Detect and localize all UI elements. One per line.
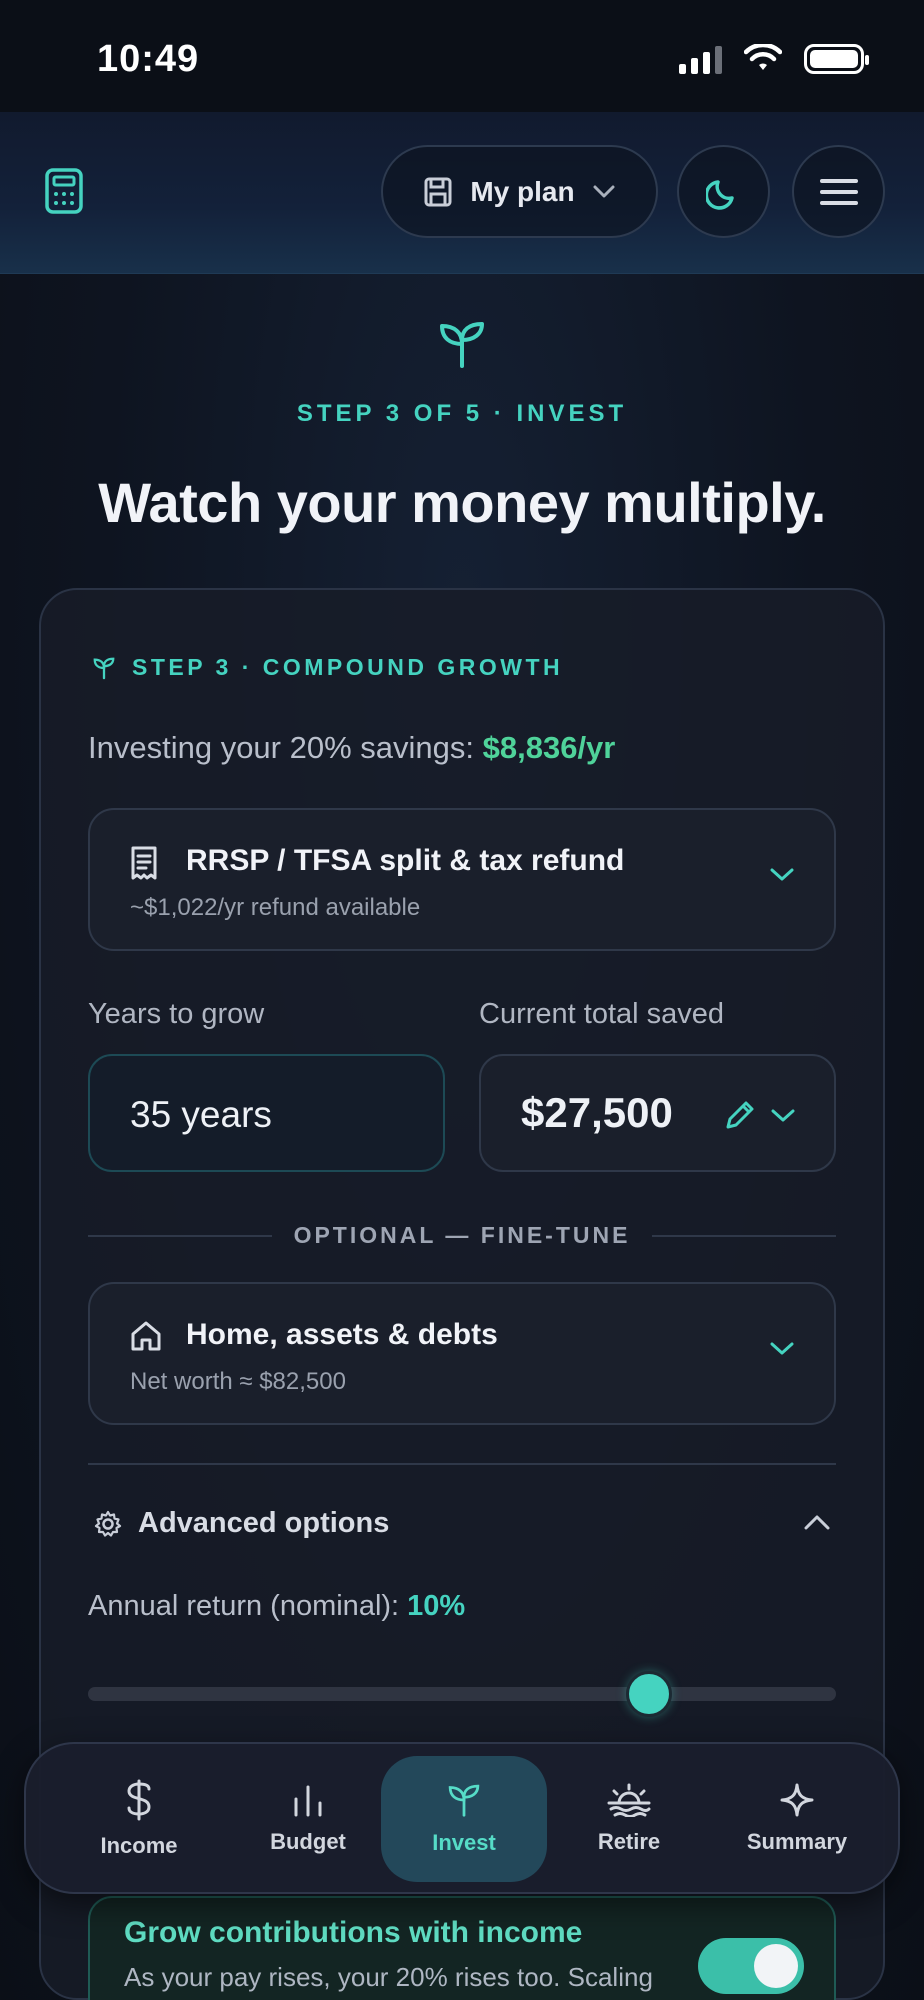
investing-amount: $8,836/yr bbox=[482, 730, 616, 765]
chevron-down-icon bbox=[770, 868, 794, 881]
section-divider bbox=[88, 1463, 836, 1465]
advanced-options-label: Advanced options bbox=[138, 1507, 390, 1539]
saved-input[interactable]: $27,500 bbox=[479, 1054, 836, 1172]
nav-summary-label: Summary bbox=[746, 1829, 848, 1854]
plan-label: My plan bbox=[470, 175, 575, 207]
annual-return-slider[interactable] bbox=[88, 1687, 836, 1701]
chevron-up-icon[interactable] bbox=[804, 1514, 830, 1530]
nav-income-label: Income bbox=[100, 1833, 178, 1858]
annual-return-prefix: Annual return (nominal): bbox=[88, 1590, 400, 1622]
card-eyebrow: STEP 3 · COMPOUND GROWTH bbox=[92, 654, 563, 681]
optional-divider: OPTIONAL — FINE-TUNE bbox=[88, 1222, 837, 1249]
home-assets-expander[interactable]: Home, assets & debts Net worth ≈ $82,500 bbox=[88, 1282, 836, 1425]
pencil-icon[interactable] bbox=[724, 1099, 756, 1131]
wifi-icon bbox=[744, 44, 782, 70]
rrsp-subtitle: ~$1,022/yr refund available bbox=[130, 894, 421, 921]
grow-description: As your pay rises, your 20% rises too. S… bbox=[124, 1962, 653, 2000]
battery-icon bbox=[804, 44, 869, 74]
status-bar: 10:49 bbox=[0, 0, 924, 112]
net-worth-subtitle: Net worth ≈ $82,500 bbox=[130, 1368, 346, 1395]
bottom-nav: Income Budget Invest Retire Summary bbox=[24, 1742, 900, 1894]
investing-prefix: Investing your 20% savings: bbox=[88, 730, 474, 765]
save-icon bbox=[424, 177, 452, 206]
signal-icon bbox=[679, 44, 722, 74]
nav-invest[interactable]: Invest bbox=[381, 1756, 547, 1882]
advanced-options-toggle[interactable]: Advanced options bbox=[94, 1507, 389, 1540]
sparkle-icon bbox=[780, 1783, 814, 1817]
home-title: Home, assets & debts bbox=[186, 1318, 498, 1351]
dollar-icon bbox=[127, 1779, 151, 1821]
menu-button[interactable] bbox=[792, 145, 885, 238]
calculator-icon[interactable] bbox=[44, 167, 84, 215]
sunset-icon bbox=[607, 1783, 651, 1817]
hamburger-icon bbox=[819, 178, 858, 205]
plan-selector[interactable]: My plan bbox=[381, 145, 658, 238]
home-icon bbox=[131, 1321, 161, 1351]
sprout-small-icon bbox=[93, 657, 115, 679]
grow-contributions-card: Grow contributions with income As your p… bbox=[88, 1896, 836, 2000]
optional-divider-label: OPTIONAL — FINE-TUNE bbox=[293, 1222, 631, 1248]
bar-chart-icon bbox=[294, 1785, 322, 1817]
chevron-down-icon bbox=[593, 185, 615, 197]
annual-return-value: 10% bbox=[407, 1590, 466, 1622]
years-input[interactable]: 35 years bbox=[88, 1054, 445, 1172]
app-header: My plan bbox=[0, 112, 924, 274]
nav-retire-label: Retire bbox=[597, 1829, 661, 1854]
years-value: 35 years bbox=[130, 1094, 272, 1135]
page-title: Watch your money multiply. bbox=[98, 471, 826, 534]
nav-income[interactable]: Income bbox=[56, 1756, 222, 1882]
card-eyebrow-text: STEP 3 · COMPOUND GROWTH bbox=[132, 654, 564, 680]
rrsp-title: RRSP / TFSA split & tax refund bbox=[186, 844, 625, 877]
gear-icon bbox=[94, 1510, 122, 1537]
nav-budget-label: Budget bbox=[270, 1829, 346, 1854]
slider-thumb[interactable] bbox=[626, 1671, 672, 1717]
saved-label: Current total saved bbox=[479, 998, 725, 1030]
sprout-icon bbox=[440, 322, 484, 368]
grow-title: Grow contributions with income bbox=[124, 1916, 583, 1949]
status-time: 10:49 bbox=[97, 38, 200, 80]
theme-toggle-button[interactable] bbox=[677, 145, 770, 238]
chevron-down-icon bbox=[770, 1342, 794, 1355]
step-indicator: STEP 3 OF 5 · INVEST bbox=[296, 400, 628, 427]
moon-icon bbox=[705, 179, 734, 210]
nav-budget[interactable]: Budget bbox=[225, 1756, 391, 1882]
grow-contributions-toggle[interactable] bbox=[698, 1938, 804, 1994]
nav-summary[interactable]: Summary bbox=[714, 1756, 880, 1882]
nav-retire[interactable]: Retire bbox=[546, 1756, 712, 1882]
rrsp-tfsa-expander[interactable]: RRSP / TFSA split & tax refund ~$1,022/y… bbox=[88, 808, 836, 951]
receipt-icon bbox=[131, 846, 157, 880]
years-label: Years to grow bbox=[88, 998, 265, 1030]
saved-value: $27,500 bbox=[521, 1089, 673, 1136]
chevron-down-icon[interactable] bbox=[771, 1109, 795, 1123]
annual-return-label: Annual return (nominal): 10% bbox=[88, 1590, 465, 1623]
nav-invest-label: Invest bbox=[432, 1830, 496, 1855]
investing-summary: Investing your 20% savings: $8,836/yr bbox=[88, 730, 615, 766]
sprout-icon bbox=[448, 1784, 480, 1817]
